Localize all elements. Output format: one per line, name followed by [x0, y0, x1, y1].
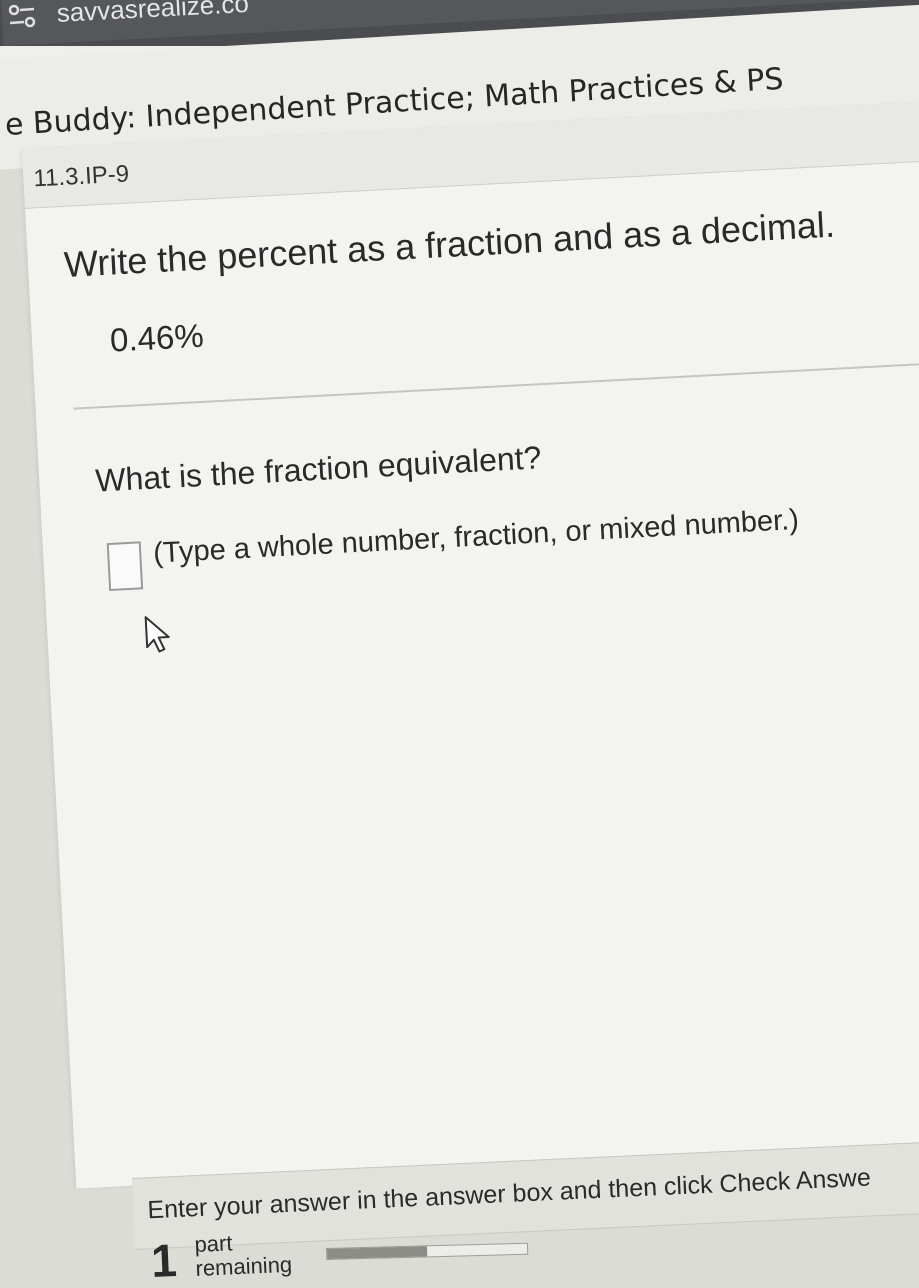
given-percent: 0.46%: [109, 316, 205, 359]
question-prompt: What is the fraction equivalent?: [94, 439, 543, 499]
parts-label-line2: remaining: [195, 1251, 293, 1281]
parts-remaining-label: part remaining: [194, 1229, 293, 1281]
answer-hint: (Type a whole number, fraction, or mixed…: [152, 503, 800, 570]
question-card: 11.3.IP-9 Write the percent as a fractio…: [22, 97, 919, 1189]
parts-remaining-count: 1: [150, 1233, 178, 1287]
divider: [73, 361, 919, 410]
answer-input[interactable]: [106, 541, 144, 592]
mouse-cursor-icon: [144, 616, 170, 653]
question-instruction: Write the percent as a fraction and as a…: [62, 203, 836, 285]
parts-progress-bar: [326, 1242, 529, 1260]
site-settings-icon[interactable]: [6, 2, 40, 32]
question-id: 11.3.IP-9: [32, 160, 130, 193]
footer-instruction: Enter your answer in the answer box and …: [146, 1163, 872, 1225]
progress-fill: [327, 1246, 428, 1259]
